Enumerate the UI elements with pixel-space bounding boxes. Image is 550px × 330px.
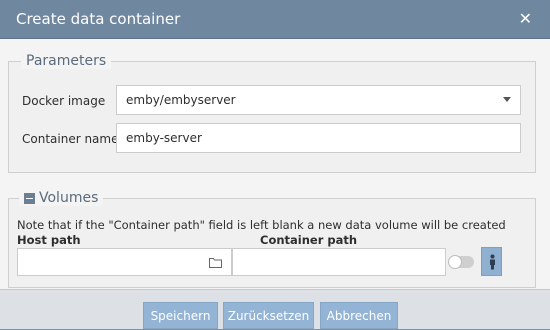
volumes-legend-label: Volumes <box>39 190 99 206</box>
container-name-value: emby-server <box>126 131 202 145</box>
folder-icon[interactable] <box>209 257 222 268</box>
container-path-header: Container path <box>260 233 358 247</box>
dialog-footer: Speichern Zurücksetzen Abbrechen <box>0 289 550 329</box>
volume-options-button[interactable] <box>481 247 502 276</box>
close-icon[interactable]: ✕ <box>519 9 532 28</box>
dialog-titlebar: Create data container ✕ <box>0 0 550 39</box>
volumes-legend: Volumes <box>19 190 104 206</box>
parameters-legend: Parameters <box>21 53 112 69</box>
reset-button[interactable]: Zurücksetzen <box>223 302 314 329</box>
docker-image-select[interactable]: emby/embyserver <box>116 85 521 115</box>
minus-square-icon[interactable] <box>24 192 35 204</box>
chevron-down-icon <box>503 97 511 102</box>
volumes-fieldset: Volumes Note that if the "Container path… <box>8 190 536 288</box>
host-path-header: Host path <box>17 233 81 247</box>
person-icon <box>490 254 495 270</box>
docker-image-value: emby/embyserver <box>126 93 236 107</box>
docker-image-label: Docker image <box>22 94 106 108</box>
volumes-note: Note that if the "Container path" field … <box>17 218 506 232</box>
dialog-body: Parameters Docker image emby/embyserver … <box>0 39 550 289</box>
toggle-knob <box>448 255 462 269</box>
dialog-title: Create data container <box>16 10 181 28</box>
host-path-input[interactable] <box>17 248 232 276</box>
container-path-input[interactable] <box>232 248 446 276</box>
container-name-label: Container name <box>22 132 119 146</box>
create-data-container-dialog: Create data container ✕ Parameters Docke… <box>0 0 550 329</box>
parameters-fieldset: Parameters Docker image emby/embyserver … <box>8 53 536 173</box>
cancel-button[interactable]: Abbrechen <box>320 302 398 329</box>
save-button[interactable]: Speichern <box>143 302 218 329</box>
readonly-toggle[interactable] <box>448 255 474 269</box>
container-name-input[interactable]: emby-server <box>116 123 521 153</box>
